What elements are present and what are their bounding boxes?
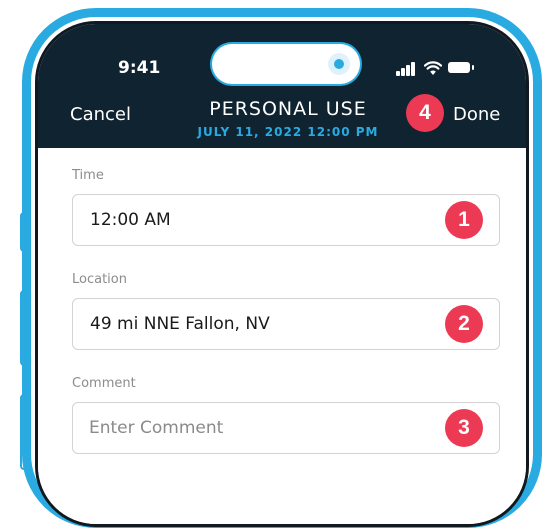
done-button[interactable]: Done	[453, 104, 500, 125]
page-subtitle-date: JULY 11, 2022 12:00 PM	[197, 125, 379, 139]
wifi-icon	[424, 61, 442, 75]
status-bar-time: 9:41	[118, 58, 161, 78]
step-badge-done: 4	[406, 94, 444, 132]
comment-input[interactable]	[89, 415, 419, 441]
page-title: PERSONAL USE	[209, 98, 367, 120]
battery-icon	[448, 62, 474, 73]
form-content: Time 12:00 AM 1 Location 49 mi NNE Fallo…	[38, 148, 526, 524]
step-badge-comment: 3	[445, 409, 483, 447]
location-value: 49 mi NNE Fallon, NV	[90, 314, 270, 334]
status-bar-icons	[396, 60, 476, 76]
app-header: 9:41 Cancel PERSONAL USE JULY 11, 2022 1…	[38, 24, 526, 148]
cancel-button[interactable]: Cancel	[70, 104, 131, 125]
location-field[interactable]: 49 mi NNE Fallon, NV 2	[72, 298, 500, 350]
time-label: Time	[72, 168, 104, 183]
time-value: 12:00 AM	[90, 210, 171, 230]
comment-field[interactable]: 3	[72, 402, 500, 454]
step-badge-time: 1	[445, 201, 483, 239]
camera-icon	[328, 53, 350, 75]
time-field[interactable]: 12:00 AM 1	[72, 194, 500, 246]
step-badge-location: 2	[445, 305, 483, 343]
phone-screen: 9:41 Cancel PERSONAL USE JULY 11, 2022 1…	[38, 24, 526, 524]
cellular-signal-icon	[396, 60, 418, 76]
location-label: Location	[72, 272, 127, 287]
comment-label: Comment	[72, 376, 136, 391]
dynamic-island	[212, 44, 360, 84]
